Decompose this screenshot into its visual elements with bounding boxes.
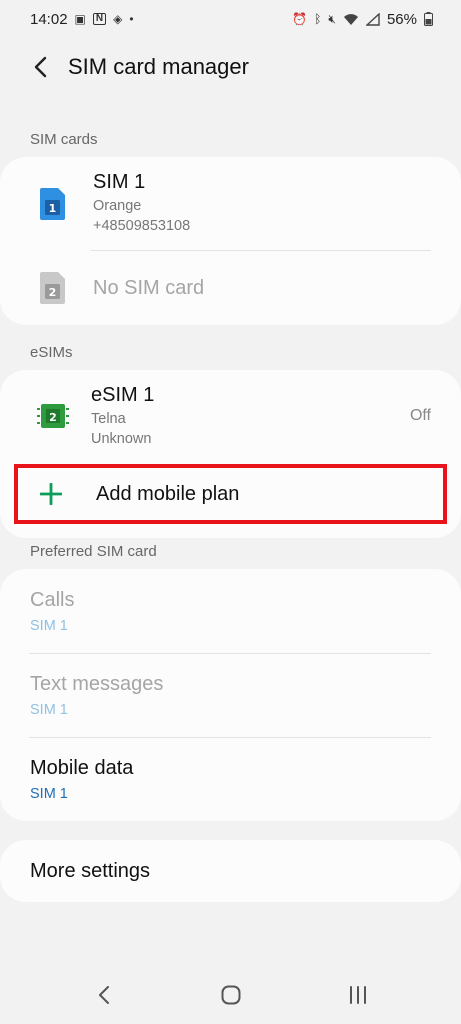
section-label-preferred: Preferred SIM card (30, 543, 157, 560)
add-mobile-plan-button[interactable]: Add mobile plan (18, 468, 443, 520)
section-label-sim-cards: SIM cards (30, 131, 98, 148)
sim-2-badge: 2 (49, 286, 57, 299)
nav-home-icon (221, 985, 240, 1004)
esim-1-state: Off (409, 407, 431, 424)
divider (29, 653, 431, 654)
sim-card-1-icon: 1 (40, 187, 65, 220)
battery-icon (424, 12, 433, 26)
esim-1-row[interactable]: 2 eSIM 1 Telna Unknown Off (0, 370, 461, 462)
bluetooth-icon: ᛒ (314, 12, 322, 26)
pref-row-calls[interactable]: Calls SIM 1 (30, 589, 431, 634)
plus-icon (40, 483, 62, 505)
sim-cards-card: 1 SIM 1 Orange +48509853108 2 No SIM car… (0, 157, 461, 325)
pref-calls-value: SIM 1 (30, 618, 68, 634)
package-icon: ◈ (113, 12, 123, 26)
pref-text-messages-title: Text messages (30, 673, 164, 695)
nav-back-icon (98, 985, 109, 1004)
status-right: ⏰ ᛒ 🔇︎ 56% (292, 11, 433, 28)
esim-badge: 2 (49, 411, 57, 424)
status-left: 14:02 ▣ N ◈ • (30, 11, 134, 28)
status-time: 14:02 (30, 10, 68, 28)
more-notifications-icon: • (129, 12, 134, 26)
pref-calls-title: Calls (30, 589, 75, 611)
nav-back-button[interactable] (84, 975, 124, 1015)
sim-2-row[interactable]: 2 No SIM card (0, 251, 461, 325)
more-settings-button[interactable]: More settings (0, 840, 461, 902)
sim-2-title: No SIM card (93, 276, 205, 299)
preferred-card: Calls SIM 1 Text messages SIM 1 Mobile d… (0, 569, 461, 821)
sim-1-carrier: Orange (93, 198, 142, 214)
divider (29, 737, 431, 738)
sim-1-title: SIM 1 (93, 171, 146, 193)
wifi-icon (343, 13, 358, 25)
back-button[interactable] (28, 55, 52, 79)
mute-icon: 🔇︎ (328, 12, 336, 26)
add-mobile-plan-label: Add mobile plan (96, 482, 240, 505)
esim-1-carrier: Telna (91, 410, 126, 427)
page-title: SIM card manager (68, 54, 249, 79)
sim-card-2-icon: 2 (40, 272, 65, 304)
pref-mobile-data-title: Mobile data (30, 757, 134, 779)
navigation-bar (0, 965, 461, 1024)
nav-home-button[interactable] (211, 975, 251, 1015)
more-settings-card: More settings (0, 840, 461, 902)
pref-mobile-data-value: SIM 1 (30, 786, 68, 802)
sim-1-badge: 1 (49, 202, 57, 215)
esim-chip-icon: 2 (37, 404, 69, 428)
app-bar: SIM card manager (0, 44, 461, 90)
nav-recents-button[interactable] (338, 975, 378, 1015)
alarm-icon: ⏰ (292, 12, 308, 26)
esim-1-status: Unknown (91, 430, 152, 447)
more-settings-label: More settings (30, 859, 151, 882)
section-label-esims: eSIMs (30, 344, 73, 361)
nav-recents-icon (349, 985, 366, 1004)
signal-icon (365, 12, 380, 26)
esim-1-text: eSIM 1 Telna Unknown (91, 384, 154, 449)
esim-1-title: eSIM 1 (91, 383, 155, 406)
sim-2-text: No SIM card (93, 277, 204, 300)
pref-row-mobile-data[interactable]: Mobile data SIM 1 (30, 757, 431, 802)
pref-text-messages-value: SIM 1 (30, 702, 68, 718)
battery-percent: 56% (386, 10, 417, 28)
sim-1-row[interactable]: 1 SIM 1 Orange +48509853108 (0, 157, 461, 250)
sim-1-text: SIM 1 Orange +48509853108 (93, 171, 190, 236)
sim-1-number: +48509853108 (93, 218, 191, 234)
pref-row-text-messages[interactable]: Text messages SIM 1 (30, 673, 431, 718)
back-arrow-icon (34, 56, 47, 78)
status-bar: 14:02 ▣ N ◈ • ⏰ ᛒ 🔇︎ 56% (0, 0, 461, 38)
gallery-icon: ▣ (74, 12, 86, 26)
notion-icon: N (92, 13, 107, 25)
